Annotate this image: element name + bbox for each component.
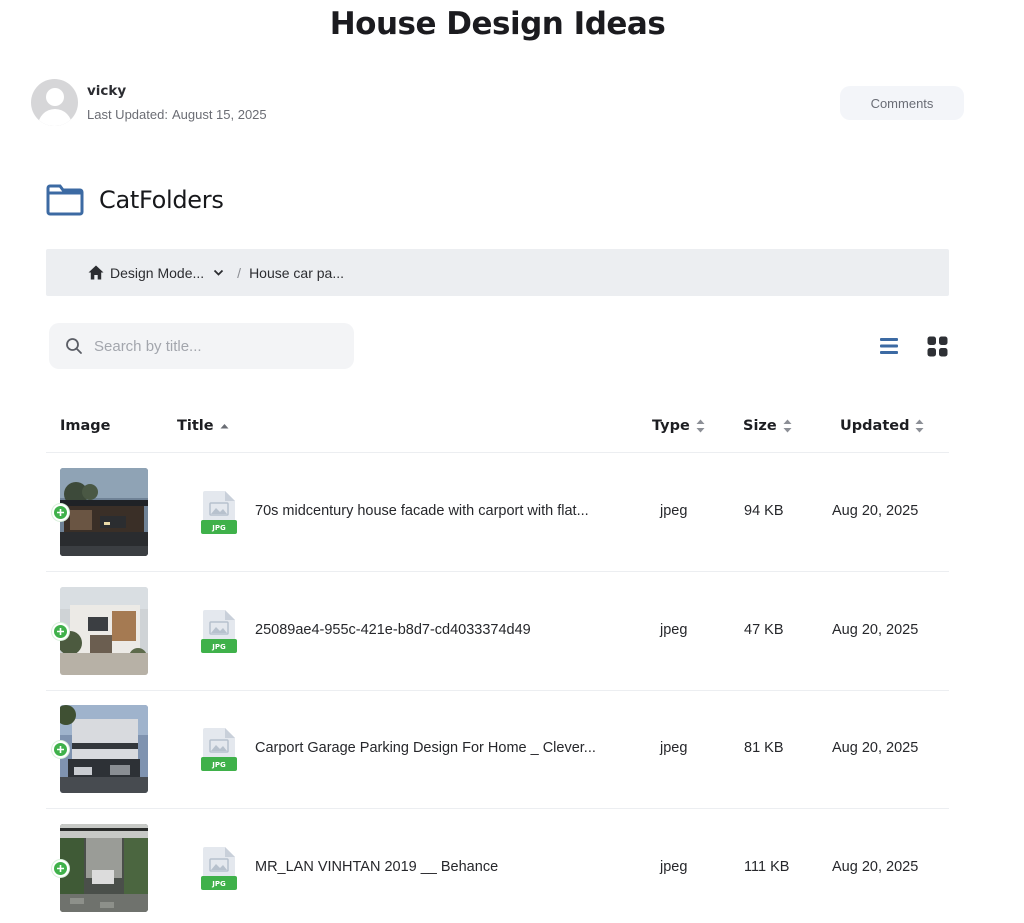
file-badge: JPG xyxy=(211,643,226,651)
comments-button[interactable]: Comments xyxy=(840,86,964,120)
file-badge: JPG xyxy=(211,761,226,769)
last-updated-date: August 15, 2025 xyxy=(171,107,267,122)
folder-icon xyxy=(46,184,84,216)
file-title[interactable]: MR_LAN VINHTAN 2019 __ Behance xyxy=(255,859,625,875)
chevron-down-icon[interactable] xyxy=(213,269,224,277)
add-icon[interactable] xyxy=(52,741,69,758)
search-box xyxy=(49,323,354,369)
jpg-file-icon: JPG xyxy=(201,847,237,890)
thumbnail-image[interactable] xyxy=(60,587,148,675)
page-title: House Design Ideas xyxy=(329,6,666,42)
sort-icon xyxy=(783,419,792,433)
file-size: 94 KB xyxy=(744,503,784,519)
header-type[interactable]: Type xyxy=(652,418,705,434)
header-title-label: Title xyxy=(177,418,214,434)
header-image-label: Image xyxy=(60,418,111,434)
jpg-file-icon: JPG xyxy=(201,610,237,653)
breadcrumb-root[interactable]: Design Mode... xyxy=(88,265,224,281)
file-type: jpeg xyxy=(660,740,688,756)
header-updated[interactable]: Updated xyxy=(840,418,924,434)
add-icon[interactable] xyxy=(52,623,69,640)
file-title[interactable]: 70s midcentury house facade with carport… xyxy=(255,503,625,519)
file-title[interactable]: Carport Garage Parking Design For Home _… xyxy=(255,740,625,756)
breadcrumb-item-design-mode[interactable]: Design Mode... xyxy=(110,265,204,281)
file-updated: Aug 20, 2025 xyxy=(832,859,919,875)
breadcrumb-item-house-car[interactable]: House car pa... xyxy=(249,265,344,281)
jpg-file-icon: JPG xyxy=(201,491,237,534)
thumbnail-image[interactable] xyxy=(60,824,148,912)
author-info: vicky Last Updated: August 15, 2025 xyxy=(31,79,267,126)
breadcrumb: Design Mode... / House car pa... xyxy=(46,249,949,296)
last-updated: Last Updated: August 15, 2025 xyxy=(87,107,267,122)
grid-view-icon[interactable] xyxy=(926,335,949,358)
table-row[interactable]: JPG 25089ae4-955c-421e-b8d7-cd4033374d49… xyxy=(46,572,949,691)
header-updated-label: Updated xyxy=(840,418,910,434)
file-badge: JPG xyxy=(211,880,226,888)
file-size: 47 KB xyxy=(744,622,784,638)
table-row[interactable]: JPG Carport Garage Parking Design For Ho… xyxy=(46,690,949,809)
sort-asc-icon xyxy=(220,424,229,429)
list-view-icon[interactable] xyxy=(878,335,900,357)
catfolders-header: CatFolders xyxy=(46,184,224,216)
table-header: Image Title Type Size Updated xyxy=(46,400,949,453)
jpg-file-icon: JPG xyxy=(201,728,237,771)
file-type: jpeg xyxy=(660,622,688,638)
thumbnail-image[interactable] xyxy=(60,468,148,556)
sort-icon xyxy=(915,419,924,433)
add-icon[interactable] xyxy=(52,504,69,521)
sort-icon xyxy=(696,419,705,433)
header-type-label: Type xyxy=(652,418,690,434)
file-type: jpeg xyxy=(660,503,688,519)
table-row[interactable]: JPG MR_LAN VINHTAN 2019 __ Behance jpeg … xyxy=(46,809,949,923)
last-updated-label: Last Updated: xyxy=(87,107,168,122)
header-size-label: Size xyxy=(743,418,777,434)
home-icon xyxy=(88,265,104,280)
header-title[interactable]: Title xyxy=(177,418,229,434)
file-badge: JPG xyxy=(211,524,226,532)
file-size: 111 KB xyxy=(744,859,790,875)
author-name[interactable]: vicky xyxy=(87,83,267,99)
file-updated: Aug 20, 2025 xyxy=(832,740,919,756)
add-icon[interactable] xyxy=(52,860,69,877)
file-size: 81 KB xyxy=(744,740,784,756)
header-size[interactable]: Size xyxy=(743,418,792,434)
thumbnail-image[interactable] xyxy=(60,705,148,793)
breadcrumb-separator: / xyxy=(237,264,242,281)
file-updated: Aug 20, 2025 xyxy=(832,503,919,519)
table-row[interactable]: JPG 70s midcentury house facade with car… xyxy=(46,453,949,572)
search-icon xyxy=(66,338,82,354)
file-updated: Aug 20, 2025 xyxy=(832,622,919,638)
search-input[interactable] xyxy=(94,337,334,355)
catfolders-title: CatFolders xyxy=(99,186,224,214)
file-type: jpeg xyxy=(660,859,688,875)
file-title[interactable]: 25089ae4-955c-421e-b8d7-cd4033374d49 xyxy=(255,622,625,638)
header-image: Image xyxy=(60,418,111,434)
avatar[interactable] xyxy=(31,79,78,126)
